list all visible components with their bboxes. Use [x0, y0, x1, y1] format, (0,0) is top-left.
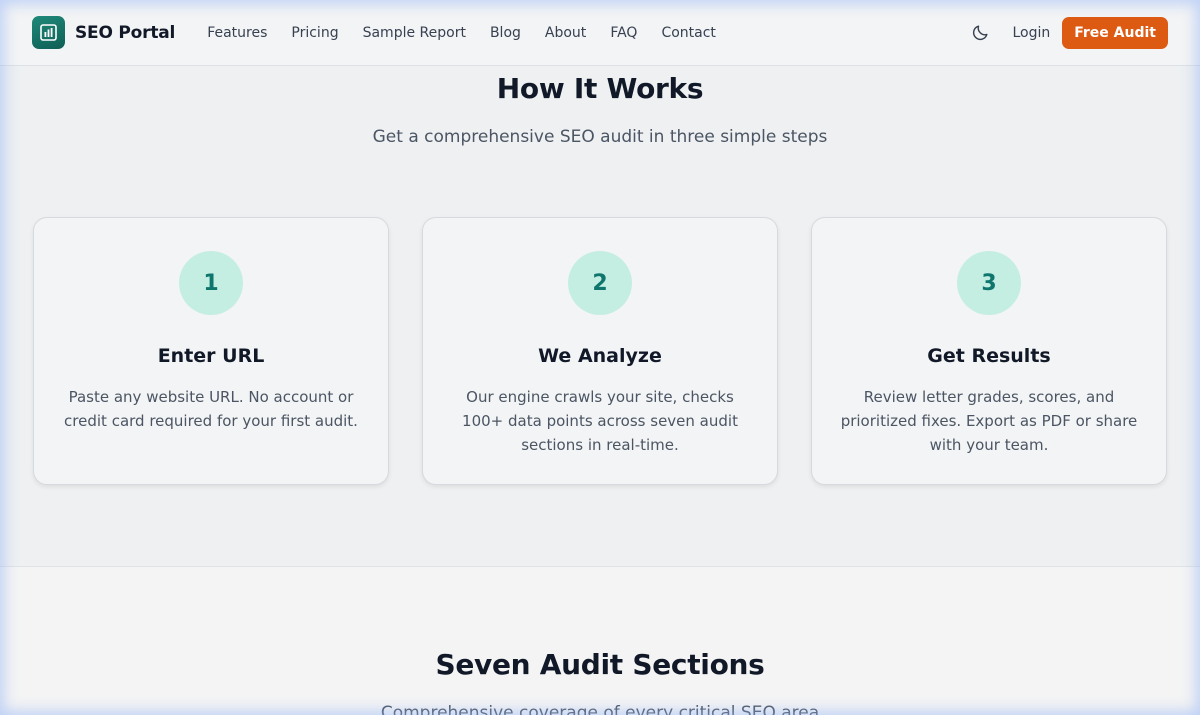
- free-audit-button[interactable]: Free Audit: [1062, 16, 1168, 49]
- nav-link-about[interactable]: About: [545, 25, 586, 41]
- moon-icon[interactable]: [970, 23, 990, 43]
- nav-link-features[interactable]: Features: [207, 25, 267, 41]
- audit-sections: Seven Audit Sections Comprehensive cover…: [0, 566, 1200, 715]
- audit-sections-subtitle: Comprehensive coverage of every critical…: [380, 703, 820, 715]
- brand-name[interactable]: SEO Portal: [75, 23, 175, 43]
- page: SEO Portal Features Pricing Sample Repor…: [0, 0, 1200, 715]
- step-title: Get Results: [927, 345, 1051, 367]
- step-title: Enter URL: [157, 345, 265, 367]
- step-number: 1: [179, 251, 243, 315]
- step-card-2: 2 We Analyze Our engine crawls your site…: [422, 217, 778, 485]
- login-link[interactable]: Login: [1012, 25, 1050, 41]
- step-description: Paste any website URL. No account or cre…: [64, 388, 358, 430]
- how-it-works-title: How It Works: [496, 72, 704, 105]
- step-card-3: 3 Get Results Review letter grades, scor…: [811, 217, 1167, 485]
- step-description: Review letter grades, scores, and priori…: [840, 388, 1138, 454]
- audit-sections-title: Seven Audit Sections: [435, 648, 765, 681]
- main-nav: Features Pricing Sample Report Blog Abou…: [207, 25, 716, 41]
- top-navbar: SEO Portal Features Pricing Sample Repor…: [0, 0, 1200, 66]
- how-it-works-subtitle: Get a comprehensive SEO audit in three s…: [372, 127, 828, 147]
- step-description: Our engine crawls your site, checks 100+…: [462, 388, 738, 454]
- nav-link-pricing[interactable]: Pricing: [291, 25, 338, 41]
- nav-link-blog[interactable]: Blog: [490, 25, 521, 41]
- nav-link-sample-report[interactable]: Sample Report: [363, 25, 466, 41]
- step-title: We Analyze: [538, 345, 662, 367]
- nav-link-faq[interactable]: FAQ: [610, 25, 637, 41]
- header-actions: Login Free Audit: [970, 16, 1168, 49]
- step-number: 3: [957, 251, 1021, 315]
- bar-chart-icon[interactable]: [32, 16, 65, 49]
- step-number: 2: [568, 251, 632, 315]
- step-card-1: 1 Enter URL Paste any website URL. No ac…: [33, 217, 389, 485]
- nav-link-contact[interactable]: Contact: [661, 25, 715, 41]
